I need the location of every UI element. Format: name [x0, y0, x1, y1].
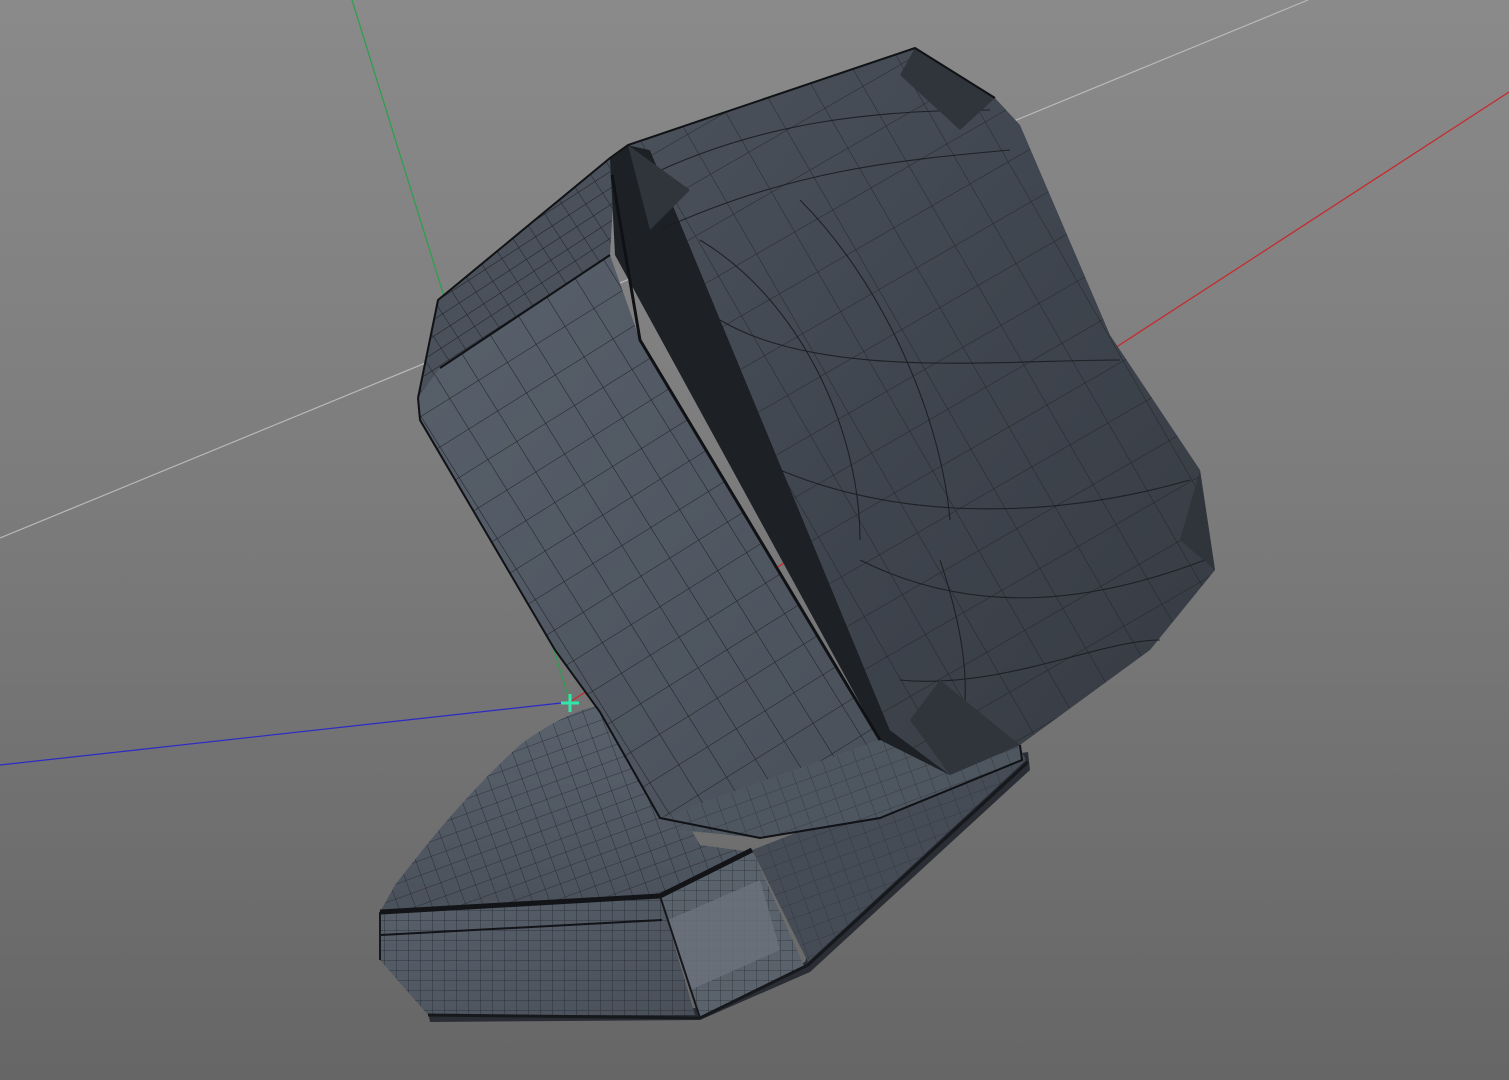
- crosshair-plus-icon: [561, 694, 579, 712]
- speaker-head-mesh[interactable]: [417, 46, 1215, 840]
- viewport-canvas[interactable]: [0, 0, 1509, 1080]
- z-axis-line: [0, 701, 571, 766]
- 3d-viewport[interactable]: [0, 0, 1509, 1080]
